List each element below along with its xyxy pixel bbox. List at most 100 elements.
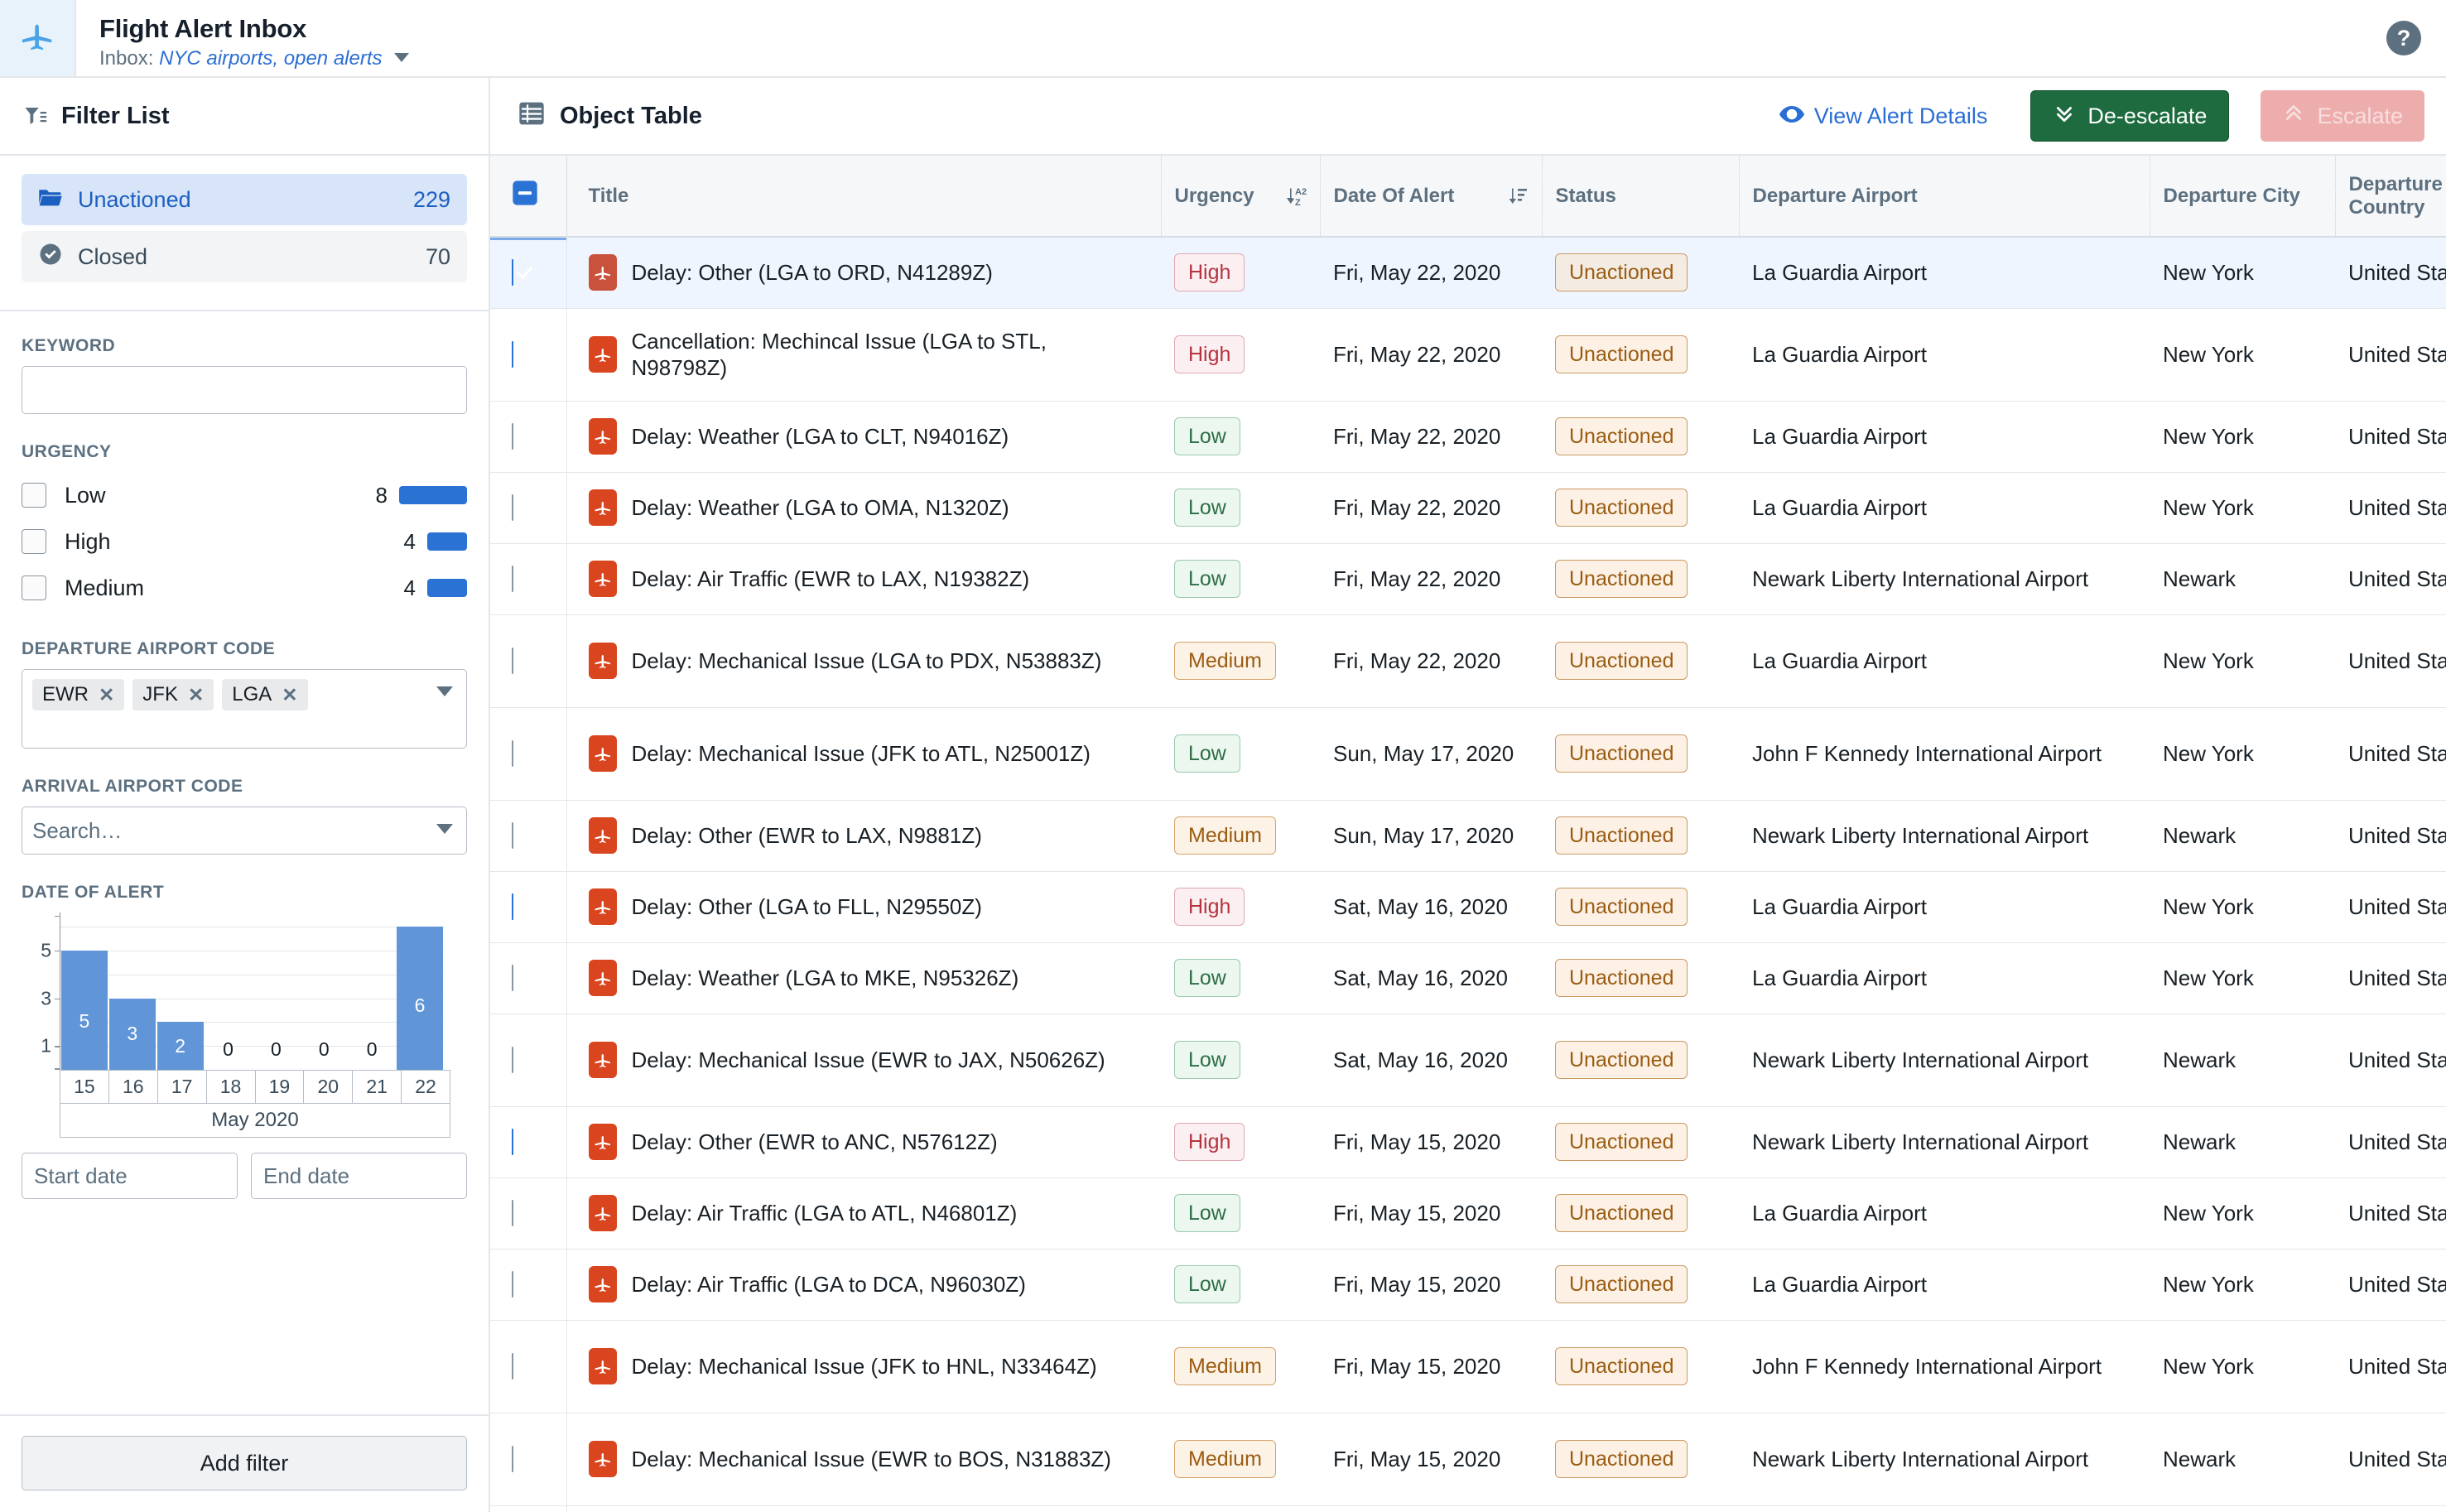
sort-descending-icon[interactable] [1507, 184, 1529, 209]
row-checkbox[interactable] [490, 1106, 567, 1178]
row-checkbox[interactable] [490, 942, 567, 1014]
sidebar-item-unactioned[interactable]: Unactioned 229 [22, 174, 467, 225]
object-table-pane: Object Table View Alert Details De-escal… [490, 78, 2446, 1512]
select-all-checkbox[interactable] [490, 156, 567, 238]
table-row[interactable]: Delay: Mechanical Issue (LGA to PDX, N53… [490, 614, 2446, 708]
close-x-icon[interactable]: ✕ [188, 684, 204, 706]
checkbox-icon[interactable] [512, 647, 513, 674]
checkbox-icon[interactable] [512, 893, 513, 920]
table-row[interactable]: Delay: Mechanical Issue (JFK to HNL, N33… [490, 1320, 2446, 1413]
departure-airport-select[interactable]: EWR ✕ JFK ✕ LGA ✕ [22, 669, 467, 749]
checkbox-icon[interactable] [512, 422, 513, 450]
column-header-status[interactable]: Status [1542, 156, 1740, 238]
status-badge: Unactioned [1555, 335, 1688, 373]
column-header-departure-country[interactable]: Departure Country [2335, 156, 2446, 238]
x-tick: 22 [415, 1076, 436, 1097]
checkbox-icon[interactable] [512, 739, 513, 767]
row-checkbox[interactable] [490, 401, 567, 473]
object-table-scroll[interactable]: Title Urgency A Z 2 Date Of Alert Status… [490, 156, 2446, 1512]
cell-date-of-alert: Sat, May 16, 2020 [1320, 1014, 1542, 1107]
checkbox-icon[interactable] [512, 821, 513, 849]
column-header-urgency[interactable]: Urgency A Z 2 [1161, 156, 1321, 238]
table-row[interactable]: Delay: Mechanical Issue (EWR to JAX, N50… [490, 1014, 2446, 1107]
row-checkbox[interactable] [490, 614, 567, 708]
row-checkbox[interactable] [490, 1249, 567, 1321]
table-row[interactable]: Delay: Other (LGA to ORD, N41289Z) High Fr… [490, 237, 2446, 309]
row-checkbox[interactable] [490, 1413, 567, 1506]
checkbox-icon[interactable] [512, 964, 513, 991]
arrival-airport-select[interactable]: Search… [22, 807, 467, 855]
row-checkbox[interactable] [490, 707, 567, 801]
row-checkbox[interactable] [490, 1177, 567, 1250]
checkbox-icon[interactable] [512, 1270, 513, 1298]
column-header-departure-city[interactable]: Departure City [2150, 156, 2336, 238]
table-row[interactable]: Cancellation: Mechincal Issue (LGA to ST… [490, 308, 2446, 402]
help-circle-icon[interactable]: ? [2386, 21, 2421, 55]
row-checkbox[interactable] [490, 472, 567, 544]
sort-az-icon[interactable]: A Z 2 [1285, 184, 1307, 209]
column-header-title[interactable]: Title [566, 156, 1162, 238]
keyword-input[interactable] [22, 366, 467, 414]
checkbox-icon[interactable] [512, 340, 513, 368]
chevron-down-icon [394, 52, 410, 62]
urgency-option-low[interactable]: Low 8 [22, 472, 467, 518]
table-row[interactable]: Delay: Weather (LGA to MKE, N95326Z) Low S… [490, 942, 2446, 1014]
tag-lga[interactable]: LGA ✕ [222, 679, 308, 710]
table-row[interactable]: Delay: Air Traffic (LGA to ATL, N46801Z)… [490, 1177, 2446, 1250]
urgency-badge: Low [1174, 734, 1240, 773]
row-checkbox[interactable] [490, 308, 567, 402]
table-row[interactable]: Delay: Air Traffic (LGA to DCA, N96030Z)… [490, 1249, 2446, 1321]
checkbox-icon[interactable] [512, 1352, 513, 1380]
checkbox-icon[interactable] [512, 1199, 513, 1226]
table-row[interactable]: Delay: Other (LGA to FLL, N29550Z) High Sa… [490, 871, 2446, 943]
tag-jfk[interactable]: JFK ✕ [132, 679, 214, 710]
tag-ewr[interactable]: EWR ✕ [32, 679, 125, 710]
flight-alert-icon [588, 735, 617, 772]
end-date-input[interactable] [251, 1153, 467, 1199]
table-row[interactable]: Delay: Mechanical Issue (EWR to BOS, N31… [490, 1413, 2446, 1506]
sidebar-item-closed[interactable]: Closed 70 [22, 231, 467, 282]
row-checkbox[interactable] [490, 871, 567, 943]
table-row[interactable]: Delay: Air Traffic (EWR to LAX, N19382Z)… [490, 543, 2446, 615]
checkbox-icon[interactable] [22, 575, 46, 600]
checkbox-icon[interactable] [512, 494, 513, 521]
svg-text:2: 2 [1302, 187, 1307, 197]
table-row[interactable]: Delay: Other (EWR to LAX, N9881Z) Medium S… [490, 800, 2446, 872]
table-row[interactable]: Delay: Other (EWR to ANC, N57612Z) High Fr… [490, 1106, 2446, 1178]
column-header-date-of-alert[interactable]: Date Of Alert [1320, 156, 1543, 238]
urgency-option-medium[interactable]: Medium 4 [22, 565, 467, 611]
indeterminate-checkbox-icon[interactable] [512, 181, 538, 211]
row-checkbox[interactable] [490, 1320, 567, 1413]
row-checkbox[interactable] [490, 1014, 567, 1107]
checkbox-icon[interactable] [22, 529, 46, 554]
table-row[interactable]: Delay: Weather (LGA to CLT, N94016Z) Low F… [490, 401, 2446, 473]
cell-departure-city: Newark [2150, 543, 2335, 615]
checkbox-icon[interactable] [512, 1445, 513, 1472]
checkbox-icon[interactable] [22, 483, 46, 508]
app-header: Flight Alert Inbox Inbox: NYC airports, … [0, 0, 2446, 78]
chart-x-axis: 15 16 17 18 19 20 21 22 [60, 1070, 450, 1103]
row-checkbox[interactable] [490, 543, 567, 615]
chevron-down-icon[interactable] [436, 824, 453, 834]
cell-status: Unactioned [1542, 1413, 1739, 1506]
start-date-input[interactable] [22, 1153, 238, 1199]
close-x-icon[interactable]: ✕ [282, 684, 297, 706]
chevron-down-icon[interactable] [436, 686, 453, 696]
checkbox-icon[interactable] [512, 565, 513, 592]
close-x-icon[interactable]: ✕ [99, 684, 114, 706]
checkbox-icon[interactable] [512, 1128, 513, 1155]
de-escalate-button[interactable]: De-escalate [2030, 90, 2230, 142]
row-checkbox[interactable] [490, 237, 567, 309]
checkbox-icon[interactable] [512, 1046, 513, 1073]
inbox-selector[interactable]: Inbox: NYC airports, open alerts [99, 47, 410, 70]
urgency-badge: Medium [1174, 642, 1276, 680]
table-row[interactable]: Delay: Mechanical Issue (JFK to ATL, N25… [490, 707, 2446, 801]
add-filter-button[interactable]: Add filter [22, 1436, 467, 1490]
view-alert-details-button[interactable]: View Alert Details [1779, 104, 1987, 129]
checkbox-icon[interactable] [512, 258, 513, 286]
escalate-button[interactable]: Escalate [2261, 90, 2424, 142]
column-header-departure-airport[interactable]: Departure Airport [1739, 156, 2150, 238]
table-row[interactable]: Delay: Weather (LGA to OMA, N1320Z) Low Fr… [490, 472, 2446, 544]
urgency-option-high[interactable]: High 4 [22, 518, 467, 565]
row-checkbox[interactable] [490, 800, 567, 872]
